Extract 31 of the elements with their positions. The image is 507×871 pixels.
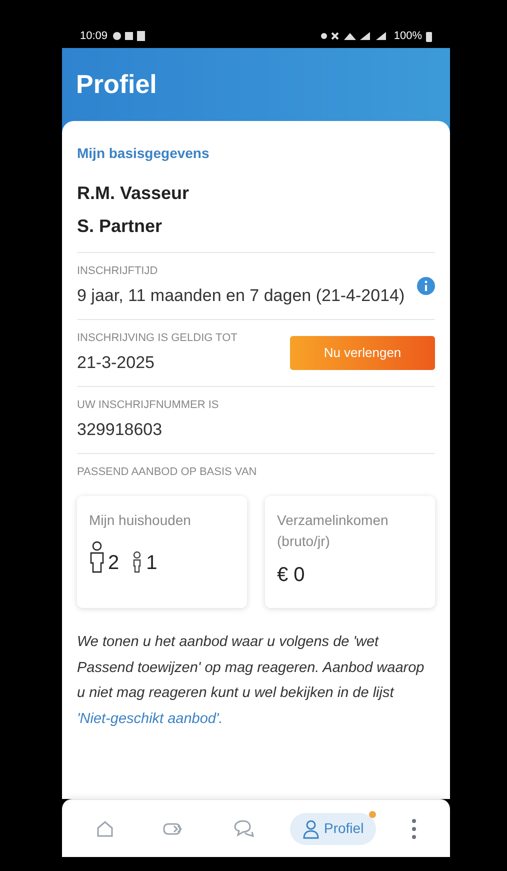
battery-icon	[426, 30, 432, 42]
adult-count: 2	[108, 553, 120, 574]
profile-tab[interactable]: Profiel	[290, 812, 376, 844]
field-label: UW INSCHRIJFNUMMER IS	[77, 398, 220, 413]
field-label: PASSEND AANBOD OP BASIS VAN	[77, 464, 258, 480]
adult-icon	[89, 541, 105, 574]
renew-button[interactable]: Nu verlengen	[290, 336, 435, 370]
card-title: Verzamelinkomen (bruto/jr)	[277, 511, 390, 552]
chat-icon	[233, 818, 256, 838]
page-title: Profiel	[76, 68, 158, 100]
info-icon[interactable]	[417, 276, 435, 295]
person-name: S. Partner	[77, 214, 164, 238]
status-time: 10:09	[80, 28, 108, 44]
battery-percent: 100%	[394, 28, 422, 44]
person-icon	[302, 818, 320, 838]
card-title: Mijn huishouden	[89, 511, 192, 530]
notification-icons	[112, 31, 146, 41]
child-count: 1	[146, 553, 158, 574]
field-label: INSCHRIJVING IS GELDIG TOT	[77, 330, 238, 346]
field-value: 9 jaar, 11 maanden en 7 dagen (21-4-2014)	[77, 285, 405, 307]
home-icon	[95, 818, 116, 838]
field-value: 21-3-2025	[77, 352, 156, 374]
child-icon	[131, 551, 144, 574]
more-icon	[410, 818, 417, 840]
income-value: € 0	[277, 563, 306, 588]
field-label: INSCHRIJFTIJD	[77, 264, 159, 278]
field-value: 329918603	[77, 419, 164, 442]
person-name: R.M. Vasseur	[77, 182, 190, 204]
unsuitable-offers-link[interactable]: 'Niet-geschikt aanbod'.	[77, 710, 223, 727]
info-paragraph: We tonen u het aanbod waar u volgens de 'wet Passend toewijzen' op mag reageren. Aanbod waarop u niet mag reageren kunt u wel bekijken in de lijst 'Niet-geschikt aanbod'.	[77, 633, 426, 729]
section-title: Mijn basisgegevens	[77, 144, 210, 163]
